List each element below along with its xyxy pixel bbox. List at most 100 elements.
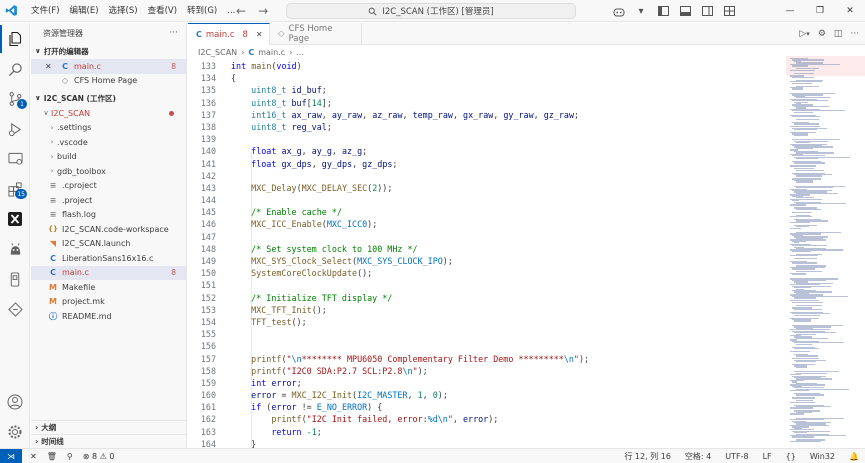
code-line[interactable]: 138 uint8_t reg_val; bbox=[188, 121, 786, 133]
tree-item-file[interactable]: C main.c 8 bbox=[31, 265, 186, 280]
menu-edit[interactable]: 编辑(E) bbox=[65, 0, 104, 22]
bell-icon[interactable]: 🔔 bbox=[849, 452, 859, 461]
code-line[interactable]: 139 bbox=[188, 133, 786, 145]
toggle-secondary-sidebar-icon[interactable] bbox=[700, 4, 714, 18]
breadcrumb-file[interactable]: main.c bbox=[258, 48, 285, 57]
code-line[interactable]: 158 printf("I2C0 SDA:P2.7 SCL:P2.8\n"); bbox=[188, 365, 786, 377]
tree-item-file[interactable]: ⓘ README.md bbox=[31, 309, 186, 324]
more-actions-icon[interactable]: ··· bbox=[850, 29, 859, 39]
forward-arrow-icon[interactable]: → bbox=[258, 4, 268, 18]
tree-item-folder[interactable]: › build bbox=[31, 150, 186, 165]
tab-cfs-home[interactable]: ◇ CFS Home Page bbox=[270, 23, 362, 45]
timeline-section[interactable]: › 时间线 bbox=[31, 434, 187, 448]
language-mode-braces-icon[interactable]: {} bbox=[786, 452, 796, 461]
menu-view[interactable]: 查看(V) bbox=[143, 0, 182, 22]
code-line[interactable]: 161 if (error != E_NO_ERROR) { bbox=[188, 401, 786, 413]
code-line[interactable]: 148 /* Set system clock to 100 MHz */ bbox=[188, 243, 786, 255]
tree-item-file[interactable]: C LiberationSans16x16.c bbox=[31, 251, 186, 266]
more-actions-icon[interactable]: ··· bbox=[169, 28, 178, 38]
close-icon[interactable]: ✕ bbox=[45, 62, 55, 71]
menu-file[interactable]: 文件(F) bbox=[26, 0, 65, 22]
command-center[interactable]: I2C_SCAN (工作区) [管理员] bbox=[286, 3, 576, 19]
trash-icon[interactable]: 🗑 bbox=[47, 452, 57, 461]
robot-icon[interactable] bbox=[0, 235, 30, 263]
code-line[interactable]: 146 MXC_ICC_Enable(MXC_ICC0); bbox=[188, 218, 786, 230]
tab-main-c[interactable]: C main.c 8 ✕ bbox=[188, 23, 270, 45]
cursor-position[interactable]: 行 12, 列 16 bbox=[624, 451, 671, 462]
extensions-icon[interactable]: 15 bbox=[0, 175, 30, 203]
tree-item-folder[interactable]: › .vscode bbox=[31, 135, 186, 150]
copilot-icon[interactable] bbox=[612, 4, 626, 18]
menu-go[interactable]: 转到(G) bbox=[182, 0, 222, 22]
run-debug-icon[interactable] bbox=[0, 115, 30, 143]
account-icon[interactable] bbox=[0, 388, 30, 416]
source-control-icon[interactable]: 1 bbox=[0, 85, 30, 113]
code-line[interactable]: 141 float gx_dps, gy_dps, gz_dps; bbox=[188, 158, 786, 170]
code-line[interactable]: 154 TFT_test(); bbox=[188, 316, 786, 328]
plug-icon[interactable]: ✕ bbox=[30, 452, 37, 461]
code-line[interactable]: 163 return -1; bbox=[188, 426, 786, 438]
toggle-sidebar-icon[interactable] bbox=[656, 4, 670, 18]
tree-item-file[interactable]: M Makefile bbox=[31, 280, 186, 295]
code-line[interactable]: 153 MXC_TFT_Init(); bbox=[188, 304, 786, 316]
code-line[interactable]: 155 bbox=[188, 328, 786, 340]
tree-item-file[interactable]: ◥ I2C_SCAN.launch bbox=[31, 237, 186, 252]
outline-section[interactable]: › 大纲 bbox=[31, 420, 187, 434]
code-line[interactable]: 157 printf("\n******** MPU6050 Complemen… bbox=[188, 353, 786, 365]
encoding[interactable]: UTF-8 bbox=[725, 452, 748, 461]
breadcrumb-folder[interactable]: I2C_SCAN bbox=[198, 48, 237, 57]
indentation[interactable]: 空格: 4 bbox=[685, 451, 711, 462]
code-line[interactable]: 156 bbox=[188, 340, 786, 352]
cfs-x-icon[interactable] bbox=[0, 205, 30, 233]
tree-item-folder[interactable]: › .settings bbox=[31, 121, 186, 136]
code-line[interactable]: 133 int main(void) bbox=[188, 60, 786, 72]
open-editor-item[interactable]: ◇ CFS Home Page bbox=[31, 74, 186, 89]
code-line[interactable]: 152 /* Initialize TFT display */ bbox=[188, 292, 786, 304]
maximize-icon[interactable]: ❐ bbox=[805, 0, 835, 22]
tree-item-file[interactable]: {} I2C_SCAN.code-workspace bbox=[31, 222, 186, 237]
settings-gear-icon[interactable]: ⚙ bbox=[818, 29, 826, 39]
tree-item-folder[interactable]: › gdb_toolbox bbox=[31, 164, 186, 179]
close-icon[interactable]: ✕ bbox=[256, 30, 263, 39]
explorer-icon[interactable] bbox=[0, 25, 30, 53]
workspace-section[interactable]: ∨ I2C_SCAN (工作区) bbox=[31, 90, 186, 106]
code-line[interactable]: 149 MXC_SYS_Clock_Select(MXC_SYS_CLOCK_I… bbox=[188, 255, 786, 267]
code-line[interactable]: 145 /* Enable cache */ bbox=[188, 206, 786, 218]
code-line[interactable]: 159 int error; bbox=[188, 377, 786, 389]
code-line[interactable]: 150 SystemCoreClockUpdate(); bbox=[188, 267, 786, 279]
menu-selection[interactable]: 选择(S) bbox=[104, 0, 143, 22]
split-editor-icon[interactable]: ◫ bbox=[834, 29, 843, 39]
code-line[interactable]: 137 int16_t ax_raw, ay_raw, az_raw, temp… bbox=[188, 109, 786, 121]
breadcrumb-more[interactable]: ... bbox=[296, 48, 304, 57]
code-line[interactable]: 143 MXC_Delay(MXC_DELAY_SEC(2)); bbox=[188, 182, 786, 194]
minimap[interactable] bbox=[786, 46, 865, 448]
tree-item-file[interactable]: ≡ .cproject bbox=[31, 179, 186, 194]
open-editor-item[interactable]: ✕ C main.c 8 bbox=[31, 59, 186, 74]
tree-item-file[interactable]: ≡ .project bbox=[31, 193, 186, 208]
back-arrow-icon[interactable]: ← bbox=[236, 4, 246, 18]
search-icon[interactable] bbox=[0, 55, 30, 83]
line-ending[interactable]: LF bbox=[763, 452, 772, 461]
minimize-icon[interactable]: — bbox=[775, 0, 805, 22]
code-line[interactable]: 134 { bbox=[188, 72, 786, 84]
code-line[interactable]: 151 bbox=[188, 279, 786, 291]
code-line[interactable]: 164 } bbox=[188, 438, 786, 448]
root-folder[interactable]: ∨ I2C_SCAN bbox=[31, 106, 186, 121]
code-editor[interactable]: 133 int main(void) 134 {135 uint8_t id_buf;… bbox=[188, 60, 786, 448]
flame-icon[interactable]: ⚲ bbox=[67, 452, 73, 461]
tree-item-file[interactable]: ≡ flash.log bbox=[31, 208, 186, 223]
code-line[interactable]: 144 bbox=[188, 194, 786, 206]
remote-explorer-icon[interactable] bbox=[0, 145, 30, 173]
code-line[interactable]: 135 uint8_t id_buf; bbox=[188, 84, 786, 96]
close-icon[interactable]: ✕ bbox=[835, 0, 865, 22]
code-line[interactable]: 147 bbox=[188, 231, 786, 243]
chevron-down-icon[interactable]: ▾ bbox=[634, 4, 648, 18]
remote-indicator-icon[interactable]: ⋊ bbox=[0, 448, 22, 463]
device-icon[interactable] bbox=[0, 265, 30, 293]
code-line[interactable]: 142 bbox=[188, 170, 786, 182]
run-debug-icon[interactable]: ▷▾ bbox=[799, 29, 809, 39]
code-line[interactable]: 136 uint8_t buf[14]; bbox=[188, 97, 786, 109]
code-line[interactable]: 162 printf("I2C Init failed, error:%d\n"… bbox=[188, 413, 786, 425]
toggle-panel-icon[interactable] bbox=[678, 4, 692, 18]
layout-icon[interactable] bbox=[722, 4, 736, 18]
